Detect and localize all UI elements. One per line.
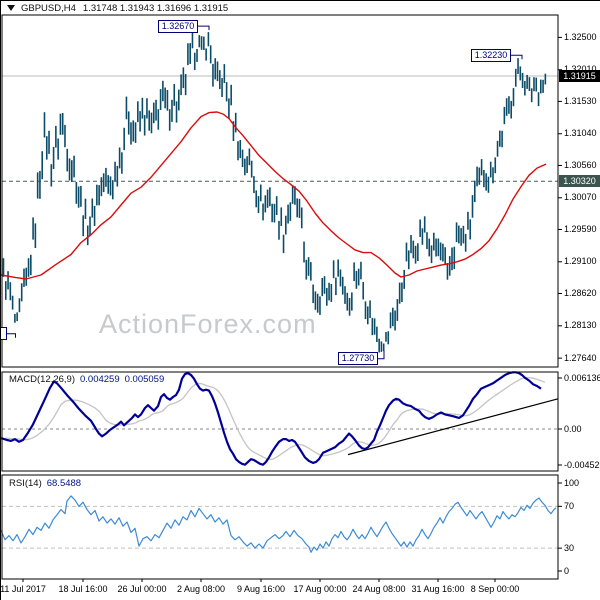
series-line	[1, 371, 542, 466]
price-annotation: 1.32230	[471, 48, 511, 62]
rsi-axis-tick-label: 0	[564, 565, 570, 576]
price-axis-tick-label: 1.29590	[564, 223, 597, 234]
price-annotation: 1.27730	[338, 352, 378, 366]
annotation-connector	[7, 333, 16, 338]
macd-axis-tick-label: -0.004529	[564, 459, 600, 470]
date-axis-label: 17 Aug 00:00	[293, 584, 347, 594]
rsi-axis-tick-label: 70	[564, 500, 575, 511]
date-axis-label: 31 Aug 16:00	[411, 584, 465, 594]
chart-title: GBPUSD,H4 1.31748 1.31943 1.31696 1.3191…	[7, 2, 228, 14]
series-line	[1, 111, 547, 280]
date-axis-label: 18 Jul 16:00	[58, 584, 108, 594]
chevron-down-icon	[7, 5, 15, 11]
price-annotation	[1, 327, 7, 341]
rsi-axis-tick-label: 100	[564, 477, 580, 488]
chart-canvas	[1, 14, 562, 582]
macd-axis-tick-label: 0.006136	[564, 372, 600, 383]
support-level-badge: 1.30320	[559, 175, 600, 187]
price-axis-tick-label: 1.31040	[564, 128, 597, 139]
macd-axis-tick-label: 0.00	[564, 423, 582, 434]
price-axis-tick-label: 1.28620	[564, 287, 597, 298]
rsi-panel-border	[1, 474, 559, 580]
price-axis-tick-label: 1.27640	[564, 352, 597, 363]
annotation-connector	[198, 25, 210, 31]
date-axis-label: 8 Sep 00:00	[470, 584, 520, 594]
price-axis-tick-label: 1.32500	[564, 31, 597, 42]
symbol-timeframe-label: GBPUSD,H4	[21, 2, 76, 14]
price-annotation: 1.32670	[158, 19, 198, 33]
date-axis-label: 2 Aug 08:00	[176, 584, 226, 594]
date-axis-label: 9 Aug 16:00	[236, 584, 286, 594]
price-axis-tick-label: 1.29100	[564, 256, 597, 267]
macd-indicator-label: MACD(12,26,9) 0.004259 0.005059	[9, 374, 165, 385]
date-axis-label: 26 Jul 00:00	[117, 584, 167, 594]
date-axis-label: 24 Aug 08:00	[352, 584, 406, 594]
forex-chart-window: GBPUSD,H4 1.31748 1.31943 1.31696 1.3191…	[0, 0, 600, 600]
date-axis-label: 11 Jul 2017	[0, 584, 46, 594]
watermark: ActionForex.com	[99, 309, 317, 339]
rsi-axis-tick-label: 30	[564, 542, 575, 553]
price-axis-tick-label: 1.28130	[564, 320, 597, 331]
price-axis-tick-label: 1.30070	[564, 192, 597, 203]
series-line	[1, 495, 557, 553]
annotation-connector	[511, 54, 523, 60]
price-axis-tick-label: 1.31530	[564, 95, 597, 106]
current-price-badge: 1.31915	[559, 70, 600, 82]
price-axis-tick-label: 1.30560	[564, 159, 597, 170]
rsi-indicator-label: RSI(14) 68.5488	[9, 478, 82, 489]
ohlc-values-label: 1.31748 1.31943 1.31696 1.31915	[82, 2, 229, 14]
